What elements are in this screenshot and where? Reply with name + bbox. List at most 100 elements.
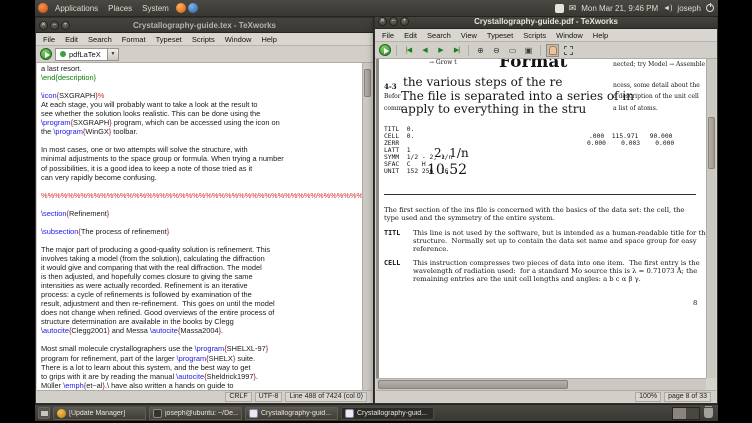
hand-tool-icon[interactable] xyxy=(546,43,559,57)
source-line[interactable]: \end{description} xyxy=(41,73,362,82)
source-line[interactable] xyxy=(41,200,362,209)
pdf-menu-typeset[interactable]: Typeset xyxy=(482,31,518,40)
close-button[interactable]: ✕ xyxy=(378,16,387,26)
show-desktop-icon[interactable] xyxy=(38,407,50,419)
pdf-menu-help[interactable]: Help xyxy=(588,31,613,40)
pdf-page[interactable]: → Grow t Format nected; try Model → Assemb… xyxy=(379,59,706,378)
user-menu[interactable]: joseph xyxy=(677,4,701,13)
scrollbar-thumb[interactable] xyxy=(708,117,715,169)
editor-menu-help[interactable]: Help xyxy=(256,35,281,44)
last-page-icon[interactable]: ▶| xyxy=(450,44,463,57)
source-line[interactable] xyxy=(41,335,362,344)
source-line[interactable]: to grips with it are by reading the manu… xyxy=(41,372,362,381)
source-line[interactable]: does not change when refined. Good overv… xyxy=(41,308,362,317)
source-line[interactable] xyxy=(41,82,362,91)
source-line[interactable]: There is a lot to learn about this syste… xyxy=(41,363,362,372)
source-line[interactable]: process: a cycle of refinements is follo… xyxy=(41,290,362,299)
source-line[interactable]: the \program{WinGX} toolbar. xyxy=(41,127,362,136)
source-line[interactable]: of possibilities, it is a good idea to k… xyxy=(41,164,362,173)
indicator-applet-icon[interactable] xyxy=(554,3,564,13)
firefox-launcher-icon[interactable] xyxy=(175,3,186,13)
ubuntu-logo-icon[interactable] xyxy=(38,3,48,13)
source-line[interactable]: \section{Refinement} xyxy=(41,209,362,218)
source-line[interactable]: minimal adjustments to the space group o… xyxy=(41,154,362,163)
source-line[interactable]: At each stage, you will probably want to… xyxy=(41,100,362,109)
pdf-horizontal-scrollbar[interactable] xyxy=(376,378,706,390)
typeset-format-combo[interactable]: pdfLaTeX ▼ xyxy=(55,47,119,61)
help-launcher-icon[interactable] xyxy=(187,3,198,13)
source-line[interactable] xyxy=(41,182,362,191)
source-line[interactable]: \program{SXGRAPH} program, which can be … xyxy=(41,118,362,127)
zoom-in-icon[interactable]: ⊕ xyxy=(474,44,487,57)
trash-icon[interactable] xyxy=(704,406,713,418)
source-line[interactable]: it would give and comparing that with th… xyxy=(41,263,362,272)
source-line[interactable] xyxy=(41,218,362,227)
panel-menu-system[interactable]: System xyxy=(137,4,174,13)
source-line[interactable]: intensities as were actually recorded. R… xyxy=(41,281,362,290)
source-editor[interactable]: a last resort. \end{description} \icon{SX… xyxy=(37,63,362,390)
encoding-indicator[interactable]: UTF-8 xyxy=(254,391,283,402)
source-line[interactable]: result, adjustment and then re-refinemen… xyxy=(41,299,362,308)
taskbar-item[interactable]: Crystallography-guid... xyxy=(245,406,338,420)
editor-vertical-scrollbar[interactable] xyxy=(362,63,372,390)
typeset-button[interactable] xyxy=(40,48,52,60)
zoom-level-indicator[interactable]: 100% xyxy=(635,391,662,402)
panel-menu-places[interactable]: Places xyxy=(103,4,137,13)
source-line[interactable] xyxy=(41,136,362,145)
source-line[interactable]: Most small molecule crystallographers us… xyxy=(41,344,362,353)
scrollbar-thumb[interactable] xyxy=(378,380,568,389)
source-line[interactable] xyxy=(41,236,362,245)
volume-icon[interactable]: ◄) xyxy=(663,5,672,12)
pdf-menu-view[interactable]: View xyxy=(456,31,482,40)
workspace-1[interactable] xyxy=(673,407,686,419)
editor-titlebar[interactable]: ✕ – + Crystallography-guide.tex - TeXwor… xyxy=(36,18,373,33)
source-line[interactable]: can very rapidly become confusing. xyxy=(41,173,362,182)
next-page-icon[interactable]: ▶ xyxy=(434,44,447,57)
maximize-button[interactable]: + xyxy=(61,20,70,30)
minimize-button[interactable]: – xyxy=(50,20,59,30)
pdf-menu-window[interactable]: Window xyxy=(551,31,588,40)
first-page-icon[interactable]: |◀ xyxy=(402,44,415,57)
session-power-icon[interactable] xyxy=(706,3,714,12)
source-line[interactable]: In most cases, one or two attempts will … xyxy=(41,145,362,154)
pdf-menu-file[interactable]: File xyxy=(377,31,399,40)
source-line[interactable]: \autocite{Clegg2001} and Messa \autocite… xyxy=(41,326,362,335)
editor-menu-search[interactable]: Search xyxy=(83,35,117,44)
taskbar-item[interactable]: Crystallography-guid... xyxy=(341,406,434,420)
source-line[interactable]: The major part of producing a good-quali… xyxy=(41,245,362,254)
source-line[interactable]: Müller \emph{et~al}.\ have also written … xyxy=(41,381,362,390)
clock[interactable]: Mon Mar 21, 9:46 PM xyxy=(581,4,658,13)
editor-menu-file[interactable]: File xyxy=(38,35,60,44)
scrollbar-thumb[interactable] xyxy=(364,69,371,97)
source-line[interactable]: is then adjusted, and hopefully comes cl… xyxy=(41,272,362,281)
source-line[interactable]: structure determination are available in… xyxy=(41,317,362,326)
magnify-tool-icon[interactable] xyxy=(562,44,575,57)
pdf-menu-search[interactable]: Search xyxy=(422,31,456,40)
editor-menu-window[interactable]: Window xyxy=(220,35,257,44)
source-line[interactable]: \icon{SXGRAPH}% xyxy=(41,91,362,100)
source-line[interactable]: %%%%%%%%%%%%%%%%%%%%%%%%%%%%%%%%%%%%%%%%… xyxy=(41,191,362,200)
panel-menu-applications[interactable]: Applications xyxy=(50,4,103,13)
combo-dropdown-icon[interactable]: ▼ xyxy=(107,47,119,61)
previous-page-icon[interactable]: ◀ xyxy=(418,44,431,57)
source-line[interactable]: \subsection{The process of refinement} xyxy=(41,227,362,236)
fit-window-icon[interactable]: ▣ xyxy=(522,44,535,57)
editor-menu-typeset[interactable]: Typeset xyxy=(151,35,187,44)
maximize-button[interactable]: + xyxy=(400,16,409,26)
taskbar-item[interactable]: joseph@ubuntu: ~/De... xyxy=(149,406,242,420)
pdf-menu-edit[interactable]: Edit xyxy=(399,31,422,40)
line-ending-indicator[interactable]: CRLF xyxy=(225,391,252,402)
messaging-envelope-icon[interactable]: ✉ xyxy=(569,3,577,13)
workspace-2[interactable] xyxy=(686,407,699,419)
pdf-vertical-scrollbar[interactable] xyxy=(706,59,716,378)
zoom-out-icon[interactable]: ⊖ xyxy=(490,44,503,57)
source-line[interactable]: program for refinement, part of the larg… xyxy=(41,354,362,363)
editor-menu-edit[interactable]: Edit xyxy=(60,35,83,44)
source-line[interactable]: a last resort. xyxy=(41,64,362,73)
typeset-button[interactable] xyxy=(379,44,391,56)
minimize-button[interactable]: – xyxy=(389,16,398,26)
source-line[interactable]: involves taking a model (from the soluti… xyxy=(41,254,362,263)
editor-menu-scripts[interactable]: Scripts xyxy=(187,35,220,44)
source-line[interactable]: see whether the solution looks realistic… xyxy=(41,109,362,118)
editor-menu-format[interactable]: Format xyxy=(117,35,151,44)
